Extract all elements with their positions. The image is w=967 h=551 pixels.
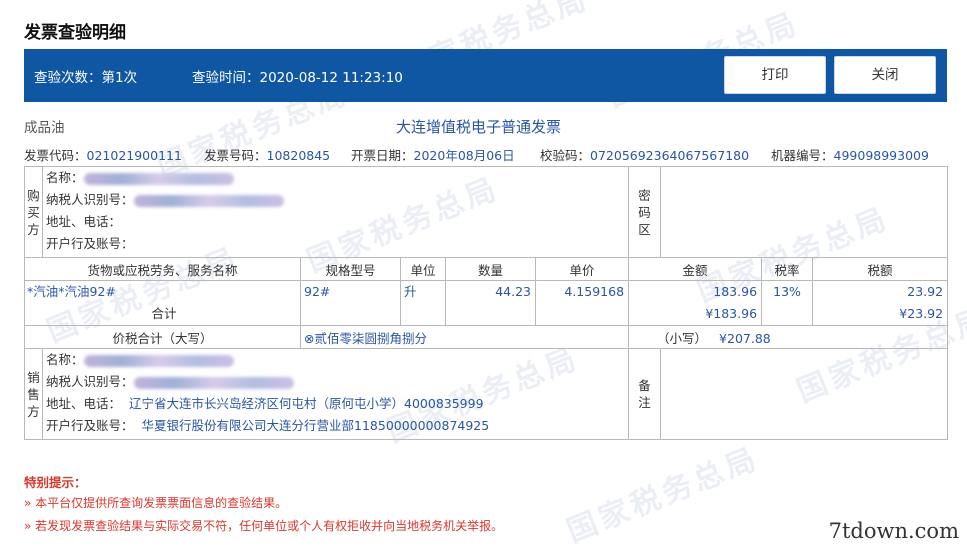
grand-total-lower-label: （小写） [657,330,708,346]
buyer-addr-label: 地址、电话： [46,214,122,229]
invoice-code: 021021900111 [86,148,182,163]
buyer-label: 购买方 [24,166,43,258]
invoice-date-field: 开票日期：2020年08月06日 [351,145,515,164]
col-unit: 单位 [400,257,446,281]
buyer-section: 购买方 名称： 纳税人识别号： 地址、电话： 开户行及账号： 密码区 [24,166,949,258]
check-code-label: 校验码： [540,148,591,163]
seller-label: 销售方 [24,348,43,440]
seller-bank: 华夏银行股份有限公司大连分行营业部11850000000874925 [141,418,490,433]
invoice-number-label: 发票号码： [204,148,267,163]
invoice-date: 2020年08月06日 [413,148,515,163]
remark-area [660,348,949,440]
grand-total-upper: ⊗贰佰零柒圆捌角捌分 [299,325,630,349]
close-button[interactable]: 关闭 [834,56,936,94]
item-qty: 44.23 [445,280,536,326]
item-name: *汽油*汽油92# [27,284,116,299]
notice-title: 特别提示： [24,475,87,490]
seller-bank-row: 开户行及账号： 华夏银行股份有限公司大连分行营业部1185000000087492… [43,415,628,437]
invoice-number-field: 发票号码：10820845 [204,145,330,164]
col-name: 货物或应税劳务、服务名称 [24,257,301,281]
buyer-taxid-label: 纳税人识别号： [46,192,134,207]
item-tax: 23.92 [907,284,944,299]
total-label: 合计 [151,306,177,321]
redacted-buyer-taxid [133,194,284,207]
grand-total-lower: ¥207.88 [719,330,771,346]
grand-total-lower-field: （小写） ¥207.88 [628,325,949,349]
col-spec: 规格型号 [300,257,401,281]
item-spec: 92# [300,280,401,326]
machine-number-field: 机器编号：499098993009 [771,145,929,164]
notice-line: » 本平台仅提供所查询发票票面信息的查验结果。 [24,496,288,510]
check-count: 查验次数：第1次 [34,70,138,86]
invoice-table: 购买方 名称： 纳税人识别号： 地址、电话： 开户行及账号： 密码区 货物或应税… [24,166,949,440]
total-tax: ¥23.92 [899,306,944,321]
items-header: 货物或应税劳务、服务名称 规格型号 单位 数量 单价 金额 税率 税额 [24,257,949,281]
item-rate: 13% [761,280,814,326]
redacted-seller-taxid [133,376,294,389]
site-watermark: 7tdown.com [828,519,959,543]
col-price: 单价 [534,257,630,281]
seller-addr: 辽宁省大连市长兴岛经济区何屯村（原何屯小学）4000835999 [129,396,484,411]
invoice-date-label: 开票日期： [351,148,414,163]
print-button[interactable]: 打印 [724,56,826,94]
seller-section: 销售方 名称： 纳税人识别号： 地址、电话： 辽宁省大连市长兴岛经济区何屯村（原何… [24,348,949,440]
buyer-bank-row: 开户行及账号： [43,233,628,255]
invoice-number: 10820845 [266,148,331,163]
check-time: 查验时间：2020-08-12 11:23:10 [192,70,403,86]
col-rate: 税率 [761,257,814,281]
page-title: 发票查验明细 [24,23,126,43]
grand-total-row: 价税合计（大写） ⊗贰佰零柒圆捌角捌分 （小写） ¥207.88 [24,325,949,349]
machine-number: 499098993009 [833,148,929,163]
seller-addr-row: 地址、电话： 辽宁省大连市长兴岛经济区何屯村（原何屯小学）4000835999 [43,393,628,415]
watermark: 国家税务总局 [562,440,765,550]
col-qty: 数量 [445,257,536,281]
col-amount: 金额 [628,257,763,281]
item-amount: 183.96 [713,284,758,299]
check-code-field: 校验码：07205692364067567180 [540,145,749,164]
invoice-title: 大连增值税电子普通发票 [396,118,562,136]
seller-name-row: 名称： [43,349,628,371]
remark-label: 备注 [628,348,662,440]
buyer-taxid-row: 纳税人识别号： [43,189,628,211]
password-area-label: 密码区 [628,166,662,258]
buyer-bank-label: 开户行及账号： [46,236,134,251]
col-tax: 税额 [812,257,949,281]
seller-name-label: 名称： [46,352,84,367]
buyer-name-row: 名称： [43,167,628,189]
seller-bank-label: 开户行及账号： [46,418,134,433]
machine-number-label: 机器编号： [771,148,834,163]
item-price: 4.159168 [534,280,630,326]
notice-line: » 若发现发票查验结果与实际交易不符，任何单位或个人有权拒收并向当地税务机关举报… [24,519,504,533]
total-amount: ¥183.96 [705,306,758,321]
invoice-code-field: 发票代码：021021900111 [24,145,182,164]
grand-total-label: 价税合计（大写） [24,325,301,349]
seller-taxid-label: 纳税人识别号： [46,374,134,389]
redacted-buyer-name [83,172,234,185]
invoice-code-label: 发票代码： [24,148,87,163]
buyer-addr-row: 地址、电话： [43,211,628,233]
seller-taxid-row: 纳税人识别号： [43,371,628,393]
buyer-name-label: 名称： [46,170,84,185]
item-unit: 升 [400,280,446,326]
check-code: 07205692364067567180 [590,148,750,163]
password-area [660,166,949,258]
invoice-category: 成品油 [24,120,65,136]
seller-addr-label: 地址、电话： [46,396,122,411]
items-body: *汽油*汽油92# 合计 92# 升 44.23 4.159168 183.96… [24,280,949,326]
header-bar: 查验次数：第1次 查验时间：2020-08-12 11:23:10 打印 关闭 [24,49,947,102]
redacted-seller-name [83,354,234,367]
